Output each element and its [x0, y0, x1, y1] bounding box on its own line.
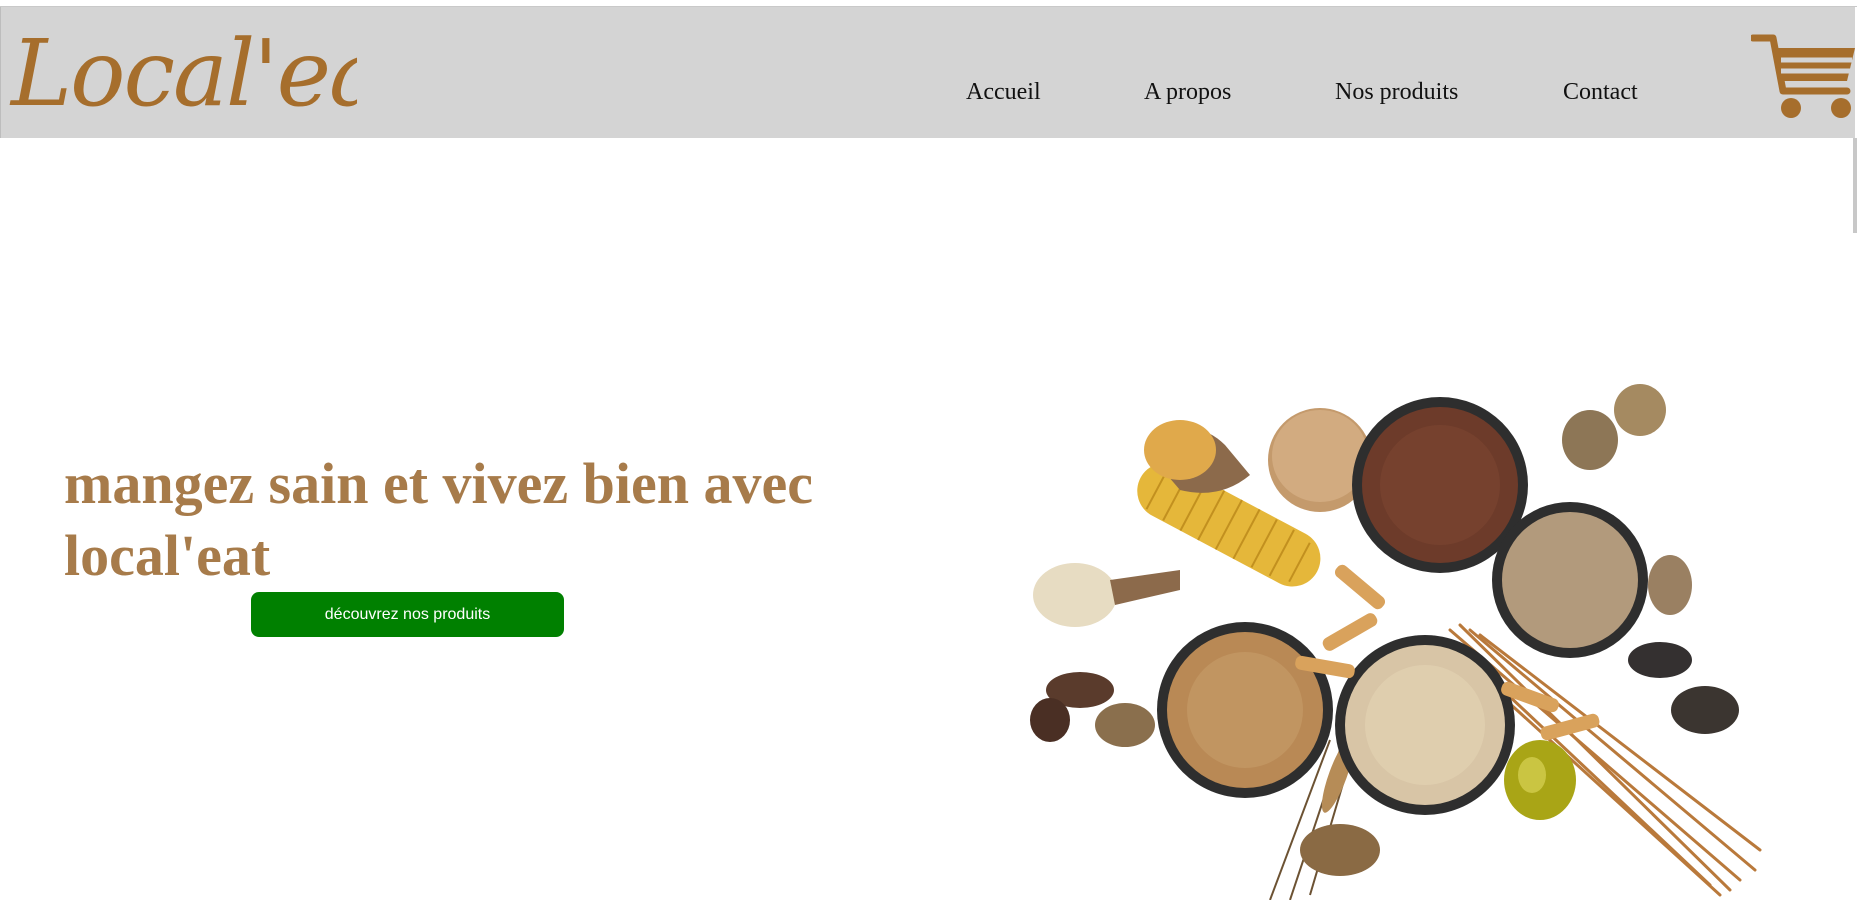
nav-a-propos[interactable]: A propos [1144, 79, 1231, 106]
hero-title-line1: mangez sain et vivez bien avec [64, 451, 814, 516]
shopping-cart-icon[interactable] [1751, 33, 1856, 121]
nav-contact[interactable]: Contact [1563, 79, 1638, 106]
main-nav: Accueil A propos Nos produits Contact [1, 79, 1855, 119]
grains-and-pasta-image [1030, 384, 1762, 900]
hero-title: mangez sain et vivez bien avec local'eat [64, 448, 924, 592]
discover-products-button[interactable]: découvrez nos produits [251, 592, 564, 637]
nav-accueil[interactable]: Accueil [966, 79, 1041, 106]
scrollbar-thumb[interactable] [1853, 138, 1857, 233]
nav-nos-produits[interactable]: Nos produits [1335, 79, 1458, 106]
hero-title-line2: local'eat [64, 523, 271, 588]
site-header: Local'eat Accueil A propos Nos produits … [0, 7, 1855, 138]
browser-top-edge [0, 0, 1857, 7]
